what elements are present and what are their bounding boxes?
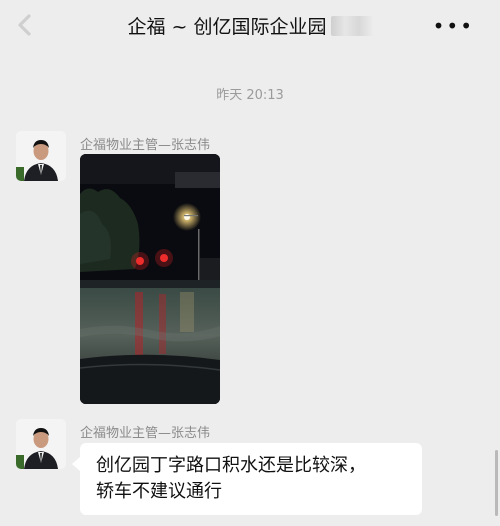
scrollbar[interactable] bbox=[495, 450, 498, 516]
message-bubble[interactable]: 创亿园丁字路口积水还是比较深， 轿车不建议通行 bbox=[72, 443, 422, 515]
more-dots-icon[interactable]: ••• bbox=[433, 14, 474, 38]
avatar[interactable] bbox=[16, 131, 66, 181]
redacted-title-area bbox=[330, 16, 373, 36]
chat-header: 企福 ~ 创亿国际企业园 ••• bbox=[0, 0, 500, 50]
sender-name: 企福物业主管—张志伟 bbox=[80, 426, 211, 441]
message-text-line: 轿车不建议通行 bbox=[96, 481, 222, 502]
chat-title: 企福 ~ 创亿国际企业园 bbox=[0, 12, 500, 39]
avatar-image bbox=[16, 131, 66, 181]
message-timestamp: 昨天 20:13 bbox=[216, 88, 284, 103]
avatar-image bbox=[16, 419, 66, 469]
message-text-line: 创亿园丁字路口积水还是比较深， bbox=[96, 455, 366, 476]
sender-name: 企福物业主管—张志伟 bbox=[80, 138, 211, 153]
avatar[interactable] bbox=[16, 419, 66, 469]
flooded-street-photo bbox=[80, 154, 220, 404]
message-image[interactable] bbox=[80, 154, 220, 404]
chat-title-text: 企福 ~ 创亿国际企业园 bbox=[127, 16, 327, 38]
